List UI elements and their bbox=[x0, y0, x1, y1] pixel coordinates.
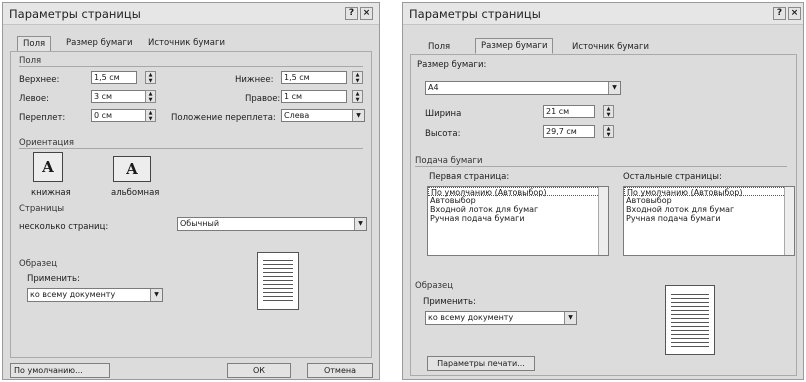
print-options-button[interactable]: Параметры печати... bbox=[427, 356, 535, 371]
list-item[interactable]: Входной лоток для бумаг bbox=[624, 205, 794, 214]
close-button[interactable]: × bbox=[360, 7, 373, 20]
tab-panel: Поля Верхнее: 1,5 см ▲ ▼ Нижнее: 1,5 см ▲… bbox=[10, 51, 372, 358]
landscape-orientation-icon[interactable]: A bbox=[113, 156, 151, 182]
list-item[interactable]: По умолчанию (Автовыбор) bbox=[428, 187, 608, 197]
list-item[interactable]: Автовыбор bbox=[428, 196, 608, 205]
tab-margins[interactable]: Поля bbox=[17, 36, 52, 52]
first-page-source-list[interactable]: По умолчанию (Автовыбор) Автовыбор Входн… bbox=[427, 186, 609, 256]
cancel-button[interactable]: Отмена bbox=[307, 363, 373, 378]
chevron-down-icon[interactable]: ▼ bbox=[150, 289, 162, 301]
chevron-down-icon[interactable]: ▼ bbox=[608, 82, 620, 94]
right-margin-input[interactable]: 1 см bbox=[281, 90, 347, 103]
paper-source-group-label: Подача бумаги bbox=[415, 156, 483, 166]
portrait-label[interactable]: книжная bbox=[31, 188, 71, 198]
tab-paper-source[interactable]: Источник бумаги bbox=[567, 40, 654, 54]
right-margin-spinner[interactable]: ▲ ▼ bbox=[352, 90, 363, 103]
apply-to-value: ко всему документу bbox=[428, 313, 514, 322]
sample-group-label: Образец bbox=[19, 259, 58, 269]
gutter-position-label: Положение переплета: bbox=[171, 113, 276, 123]
group-divider bbox=[19, 148, 363, 149]
top-margin-label: Верхнее: bbox=[19, 75, 60, 85]
height-input[interactable]: 29,7 см bbox=[543, 125, 595, 138]
tab-margins[interactable]: Поля bbox=[423, 40, 455, 54]
width-input[interactable]: 21 см bbox=[543, 105, 595, 118]
apply-to-select[interactable]: ко всему документу ▼ bbox=[425, 311, 577, 325]
pages-group-label: Страницы bbox=[19, 204, 65, 214]
apply-to-value: ко всему документу bbox=[30, 290, 116, 299]
right-margin-label: Правое: bbox=[245, 94, 281, 104]
portrait-orientation-icon[interactable]: A bbox=[33, 152, 63, 182]
tab-paper-size[interactable]: Размер бумаги bbox=[475, 38, 554, 54]
close-button[interactable]: × bbox=[788, 7, 801, 20]
scrollbar[interactable] bbox=[598, 187, 608, 255]
chevron-down-icon[interactable]: ▼ bbox=[352, 110, 364, 121]
page-setup-dialog-paper-size: Параметры страницы ? × Поля Размер бумаг… bbox=[402, 2, 804, 380]
tab-paper-source[interactable]: Источник бумаги bbox=[143, 36, 230, 50]
list-item[interactable]: Ручная подача бумаги bbox=[624, 214, 794, 223]
orientation-group-label: Ориентация bbox=[19, 138, 74, 148]
bottom-margin-spinner[interactable]: ▲ ▼ bbox=[352, 71, 363, 84]
bottom-margin-label: Нижнее: bbox=[235, 75, 274, 85]
list-item[interactable]: Автовыбор bbox=[624, 196, 794, 205]
page-preview bbox=[665, 285, 715, 355]
tab-paper-size[interactable]: Размер бумаги bbox=[61, 36, 137, 50]
paper-size-label: Размер бумаги: bbox=[417, 60, 487, 70]
group-divider bbox=[415, 166, 787, 167]
list-item[interactable]: Ручная подача бумаги bbox=[428, 214, 608, 223]
apply-to-label: Применить: bbox=[27, 274, 80, 284]
sample-group-label: Образец bbox=[415, 281, 454, 291]
gutter-input[interactable]: 0 см bbox=[91, 109, 151, 122]
list-item[interactable]: По умолчанию (Автовыбор) bbox=[624, 187, 794, 197]
paper-size-value: A4 bbox=[428, 83, 439, 92]
top-margin-input[interactable]: 1,5 см bbox=[91, 71, 137, 84]
default-button[interactable]: По умолчанию... bbox=[10, 363, 110, 378]
group-divider bbox=[19, 66, 363, 67]
title-bar: Параметры страницы ? × bbox=[3, 3, 379, 25]
left-margin-spinner[interactable]: ▲ ▼ bbox=[145, 90, 156, 103]
margins-group-label: Поля bbox=[19, 56, 42, 66]
apply-to-select[interactable]: ко всему документу ▼ bbox=[27, 288, 163, 302]
help-button[interactable]: ? bbox=[773, 7, 786, 20]
title-bar: Параметры страницы ? × bbox=[403, 3, 803, 25]
dialog-title: Параметры страницы bbox=[9, 7, 141, 21]
width-spinner[interactable]: ▲ ▼ bbox=[603, 105, 614, 118]
landscape-label[interactable]: альбомная bbox=[111, 188, 159, 198]
help-button[interactable]: ? bbox=[345, 7, 358, 20]
width-label: Ширина bbox=[425, 109, 462, 119]
tab-panel: Размер бумаги: A4 ▼ Ширина 21 см ▲ ▼ Высо… bbox=[410, 54, 797, 376]
bottom-margin-input[interactable]: 1,5 см bbox=[281, 71, 347, 84]
list-item[interactable]: Входной лоток для бумаг bbox=[428, 205, 608, 214]
gutter-position-select[interactable]: Слева ▼ bbox=[281, 109, 365, 122]
gutter-position-value: Слева bbox=[284, 111, 310, 120]
ok-button[interactable]: ОК bbox=[227, 363, 291, 378]
multiple-pages-label: несколько страниц: bbox=[19, 222, 109, 232]
left-margin-input[interactable]: 3 см bbox=[91, 90, 151, 103]
multiple-pages-select[interactable]: Обычный ▼ bbox=[177, 217, 367, 231]
chevron-down-icon[interactable]: ▼ bbox=[564, 312, 576, 324]
height-spinner[interactable]: ▲ ▼ bbox=[603, 125, 614, 138]
first-page-label: Первая страница: bbox=[429, 172, 510, 182]
multiple-pages-value: Обычный bbox=[180, 219, 220, 228]
scrollbar[interactable] bbox=[784, 187, 794, 255]
page-preview bbox=[257, 252, 299, 310]
apply-to-label: Применить: bbox=[423, 297, 476, 307]
dialog-title: Параметры страницы bbox=[409, 7, 541, 21]
gutter-label: Переплет: bbox=[19, 113, 66, 123]
chevron-down-icon[interactable]: ▼ bbox=[354, 218, 366, 230]
paper-size-select[interactable]: A4 ▼ bbox=[425, 81, 621, 95]
other-pages-source-list[interactable]: По умолчанию (Автовыбор) Автовыбор Входн… bbox=[623, 186, 795, 256]
height-label: Высота: bbox=[425, 129, 461, 139]
gutter-spinner[interactable]: ▲ ▼ bbox=[145, 109, 156, 122]
top-margin-spinner[interactable]: ▲ ▼ bbox=[145, 71, 156, 84]
page-setup-dialog-margins: Параметры страницы ? × Поля Размер бумаг… bbox=[2, 2, 380, 380]
left-margin-label: Левое: bbox=[19, 94, 49, 104]
other-pages-label: Остальные страницы: bbox=[623, 172, 722, 182]
